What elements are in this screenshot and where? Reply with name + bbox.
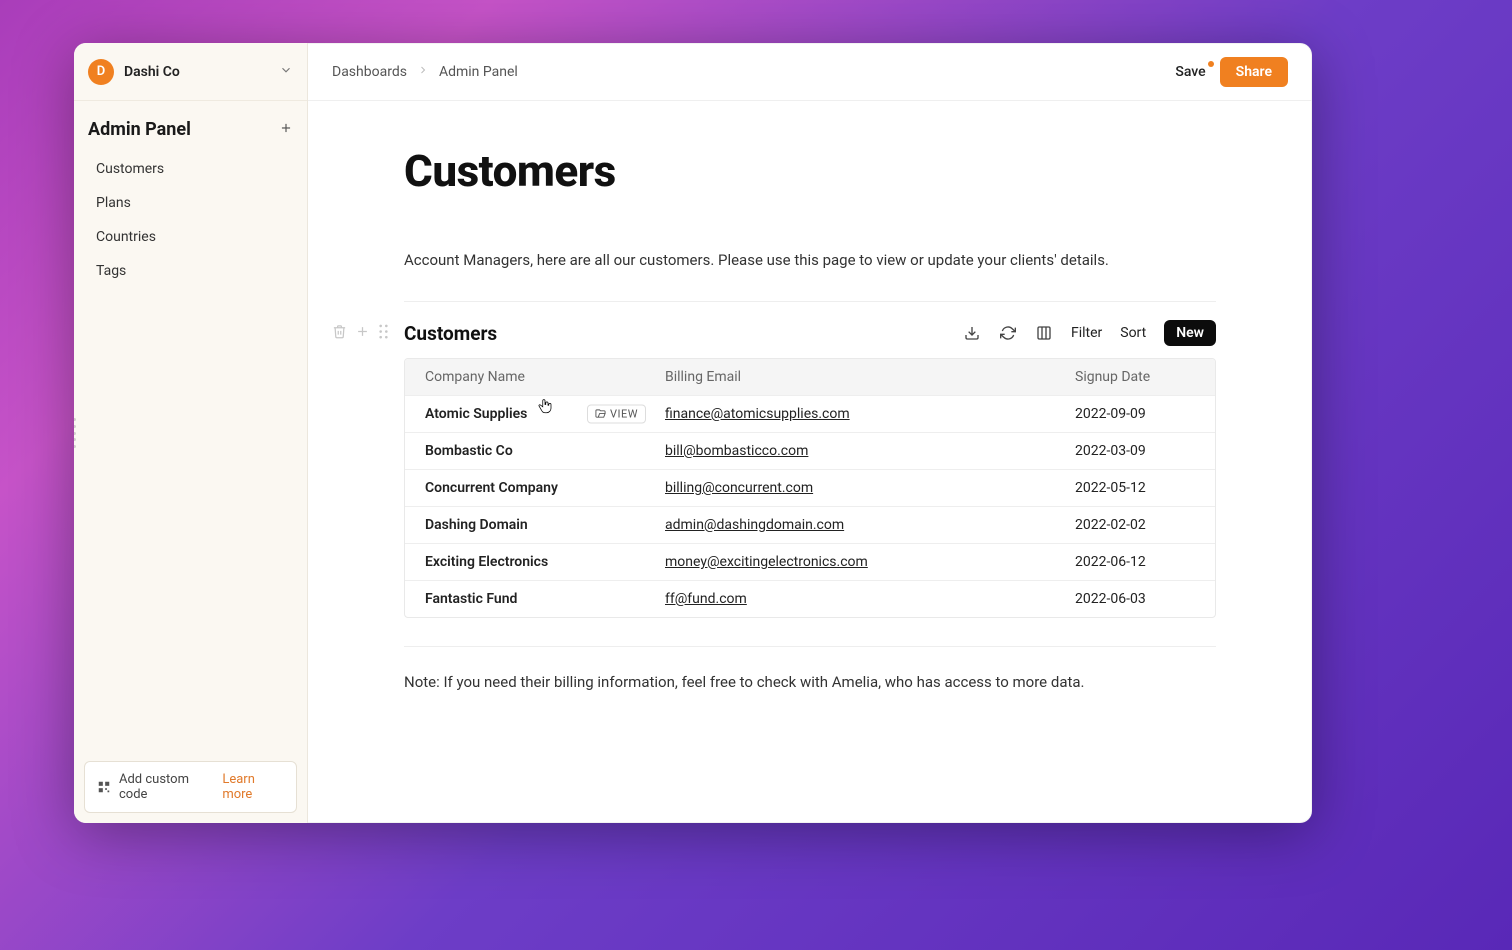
add-block-icon[interactable] [355,324,370,343]
sidebar-nav: Customers Plans Countries Tags [74,148,307,292]
page-note: Note: If you need their billing informat… [404,673,1216,691]
breadcrumb-item[interactable]: Dashboards [332,64,407,80]
cell-signup-date: 2022-09-09 [1055,396,1215,432]
org-name: Dashi Co [124,64,279,80]
columns-icon[interactable] [1035,324,1053,342]
sidebar-item-plans[interactable]: Plans [74,186,307,220]
topbar: Dashboards Admin Panel Save Share [308,43,1312,101]
share-button[interactable]: Share [1220,57,1288,87]
cell-signup-date: 2022-03-09 [1055,433,1215,469]
chevron-right-icon [417,64,429,80]
cell-billing-email: money@excitingelectronics.com [645,544,1055,580]
new-row-button[interactable]: New [1164,320,1216,346]
email-link[interactable]: money@excitingelectronics.com [665,554,868,570]
block-gutter [332,324,389,343]
cell-signup-date: 2022-06-03 [1055,581,1215,617]
sidebar-resize-handle[interactable] [74,418,79,448]
add-page-button[interactable] [279,121,293,139]
customers-table: Company Name Billing Email Signup Date A… [404,358,1216,618]
custom-code-label: Add custom code [119,772,214,802]
cell-signup-date: 2022-06-12 [1055,544,1215,580]
custom-code-callout: Add custom code Learn more [84,761,297,813]
sort-button[interactable]: Sort [1120,325,1146,341]
breadcrumb-item[interactable]: Admin Panel [439,64,518,80]
cell-company-name: Exciting Electronics [405,544,645,580]
save-button[interactable]: Save [1175,64,1205,80]
cell-company-name: Bombastic Co [405,433,645,469]
cell-signup-date: 2022-02-02 [1055,507,1215,543]
table-row[interactable]: Fantastic Fund ff@fund.com 2022-06-03 [405,580,1215,617]
table-block: Customers Filter Sort New [404,320,1216,618]
sidebar-item-customers[interactable]: Customers [74,152,307,186]
sidebar-footer: Add custom code Learn more [74,751,307,823]
cell-billing-email: ff@fund.com [645,581,1055,617]
table-title: Customers [404,322,497,345]
page-title: Customers [404,145,1216,197]
org-avatar: D [88,59,114,85]
table-row[interactable]: Concurrent Company billing@concurrent.co… [405,469,1215,506]
email-link[interactable]: billing@concurrent.com [665,480,813,496]
column-header[interactable]: Signup Date [1055,359,1215,395]
table-row[interactable]: Exciting Electronics money@excitingelect… [405,543,1215,580]
table-header: Customers Filter Sort New [404,320,1216,346]
cell-company-name: Concurrent Company [405,470,645,506]
page-intro: Account Managers, here are all our custo… [404,251,1216,269]
table-row[interactable]: Dashing Domain admin@dashingdomain.com 2… [405,506,1215,543]
divider [404,301,1216,302]
drag-handle-icon[interactable] [378,324,389,343]
main: Dashboards Admin Panel Save Share Custom… [308,43,1312,823]
qr-icon [97,780,111,794]
column-header[interactable]: Company Name [405,359,645,395]
table-head: Company Name Billing Email Signup Date [405,359,1215,395]
email-link[interactable]: admin@dashingdomain.com [665,517,844,533]
sidebar-section-title: Admin Panel [88,119,191,140]
save-label: Save [1175,64,1205,80]
cell-company-name: Dashing Domain [405,507,645,543]
cell-billing-email: finance@atomicsupplies.com [645,396,1055,432]
cell-billing-email: admin@dashingdomain.com [645,507,1055,543]
cell-company-name: Fantastic Fund [405,581,645,617]
sidebar-item-countries[interactable]: Countries [74,220,307,254]
email-link[interactable]: bill@bombasticco.com [665,443,808,459]
column-header[interactable]: Billing Email [645,359,1055,395]
cell-billing-email: bill@bombasticco.com [645,433,1055,469]
divider [404,646,1216,647]
view-row-chip[interactable]: VIEW [587,405,646,424]
content: Customers Account Managers, here are all… [308,101,1312,823]
delete-block-icon[interactable] [332,324,347,343]
filter-button[interactable]: Filter [1071,325,1102,341]
email-link[interactable]: finance@atomicsupplies.com [665,406,850,422]
breadcrumb: Dashboards Admin Panel [332,64,518,80]
refresh-icon[interactable] [999,324,1017,342]
app-window: D Dashi Co Admin Panel Customers Plans C… [74,43,1312,823]
chevron-down-icon [279,62,293,81]
cell-billing-email: billing@concurrent.com [645,470,1055,506]
table-row[interactable]: Atomic Supplies VIEW finance@atomicsuppl… [405,395,1215,432]
sidebar-section-header: Admin Panel [74,101,307,148]
view-chip-label: VIEW [610,408,638,421]
download-icon[interactable] [963,324,981,342]
email-link[interactable]: ff@fund.com [665,591,747,607]
learn-more-link[interactable]: Learn more [222,772,284,802]
org-switcher[interactable]: D Dashi Co [74,43,307,101]
sidebar-item-tags[interactable]: Tags [74,254,307,288]
topbar-actions: Save Share [1175,57,1288,87]
table-tools: Filter Sort New [963,320,1216,346]
table-row[interactable]: Bombastic Co bill@bombasticco.com 2022-0… [405,432,1215,469]
unsaved-indicator-icon [1208,61,1214,67]
cell-signup-date: 2022-05-12 [1055,470,1215,506]
folder-open-icon [595,409,606,420]
sidebar: D Dashi Co Admin Panel Customers Plans C… [74,43,308,823]
